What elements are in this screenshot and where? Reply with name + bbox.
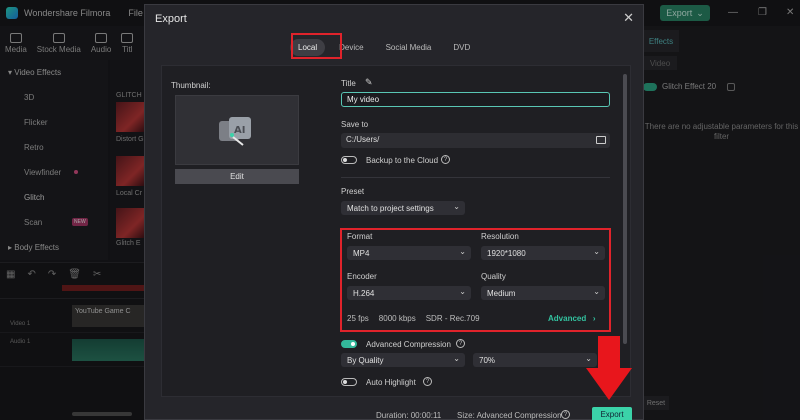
save-to-label: Save to <box>341 120 369 129</box>
help-icon[interactable]: ? <box>423 377 432 386</box>
quality-label: Quality <box>481 272 506 281</box>
tab-social-media[interactable]: Social Media <box>378 39 440 56</box>
help-icon[interactable]: ? <box>456 339 465 348</box>
color-space-value: SDR - Rec.709 <box>425 314 480 323</box>
bitrate-value: 8000 kbps <box>378 314 416 323</box>
chevron-down-icon: ⌄ <box>453 354 460 363</box>
backup-toggle[interactable] <box>341 156 357 164</box>
format-value: MP4 <box>353 248 370 258</box>
edit-button[interactable]: Edit <box>175 169 299 184</box>
quality-select[interactable]: Medium ⌄ <box>481 286 605 300</box>
compression-mode-value: By Quality <box>347 355 384 365</box>
size-info: Size: Advanced Compression <box>457 411 562 420</box>
advanced-label: Advanced <box>548 314 587 323</box>
preset-value: Match to project settings <box>347 203 434 213</box>
divider <box>341 177 610 178</box>
format-label: Format <box>347 232 373 241</box>
advanced-link[interactable]: Advanced › <box>548 314 596 323</box>
duration-info: Duration: 00:00:11 <box>376 411 441 420</box>
encoder-value: H.264 <box>353 288 375 298</box>
preset-label: Preset <box>341 187 365 196</box>
export-info-row: 25 fps 8000 kbps SDR - Rec.709 <box>347 314 480 323</box>
tab-dvd[interactable]: DVD <box>445 39 478 56</box>
auto-highlight-label: Auto Highlight <box>366 378 416 387</box>
dialog-title: Export <box>155 13 187 25</box>
chevron-down-icon: ⌄ <box>459 287 466 296</box>
duration-label: Duration: <box>376 411 409 420</box>
close-icon[interactable]: ✕ <box>623 10 634 26</box>
auto-highlight-toggle[interactable] <box>341 378 357 386</box>
chevron-down-icon: ⌄ <box>593 287 600 296</box>
tab-highlight-box <box>291 33 342 59</box>
size-value: Advanced Compression <box>476 411 562 420</box>
resolution-select[interactable]: 1920*1080 ⌄ <box>481 246 605 260</box>
save-to-value: C:/Users/ <box>346 135 380 144</box>
size-label: Size: <box>457 411 475 420</box>
screen: Wondershare Filmora File Export ⌄ — ❐ ✕ … <box>0 0 800 420</box>
encoder-label: Encoder <box>347 272 377 281</box>
format-select[interactable]: MP4 ⌄ <box>347 246 471 260</box>
svg-text:AI: AI <box>234 125 245 136</box>
chevron-down-icon: ⌄ <box>593 247 600 256</box>
export-button[interactable]: Export <box>592 407 632 420</box>
quality-value: Medium <box>487 288 516 298</box>
compression-percent-value: 70% <box>479 355 496 365</box>
title-input[interactable]: My video <box>341 92 610 107</box>
resolution-label: Resolution <box>481 232 519 241</box>
title-label: Title <box>341 79 356 88</box>
duration-value: 00:00:11 <box>410 411 442 420</box>
help-icon[interactable]: ? <box>441 155 450 164</box>
encoder-select[interactable]: H.264 ⌄ <box>347 286 471 300</box>
thumbnail-label: Thumbnail: <box>171 81 211 90</box>
advanced-compression-toggle[interactable] <box>341 340 357 348</box>
compression-percent-select[interactable]: 70% ⌄ <box>473 353 597 367</box>
folder-icon[interactable] <box>596 136 606 144</box>
save-to-input[interactable]: C:/Users/ <box>341 133 610 148</box>
advanced-compression-label: Advanced Compression <box>366 340 451 349</box>
chevron-down-icon: ⌄ <box>453 202 460 211</box>
help-icon[interactable]: ? <box>561 410 570 419</box>
backup-label: Backup to the Cloud <box>366 156 439 165</box>
dialog-scrollbar[interactable] <box>623 74 627 344</box>
resolution-value: 1920*1080 <box>487 248 526 258</box>
red-arrow-down-icon <box>586 336 632 400</box>
chevron-down-icon: ⌄ <box>459 247 466 256</box>
ai-thumbnail-icon: AI <box>219 117 251 146</box>
thumbnail-preview[interactable]: AI <box>175 95 299 165</box>
fps-value: 25 fps <box>347 314 369 323</box>
compression-mode-select[interactable]: By Quality ⌄ <box>341 353 465 367</box>
export-dialog: Export ✕ Local Device Social Media DVD T… <box>144 4 644 420</box>
chevron-right-icon: › <box>588 314 596 323</box>
edit-pen-icon[interactable]: ✎ <box>365 77 373 88</box>
preset-select[interactable]: Match to project settings ⌄ <box>341 201 465 215</box>
